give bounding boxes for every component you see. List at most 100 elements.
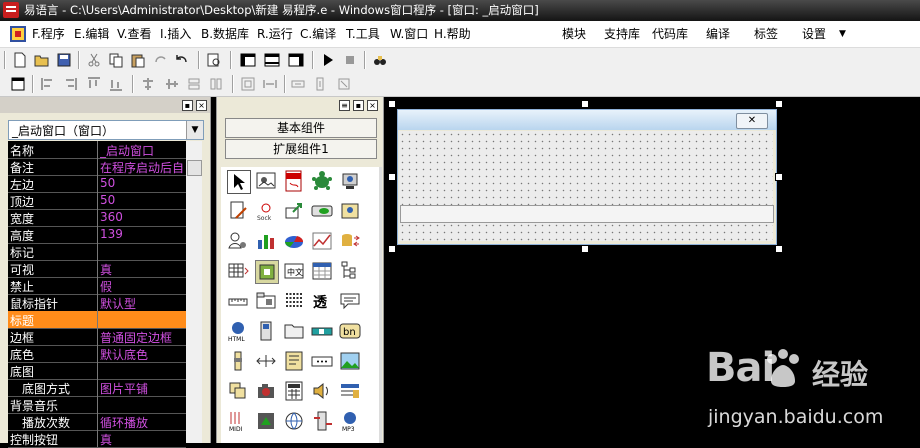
calculator-icon[interactable] bbox=[283, 380, 305, 402]
property-row[interactable]: 高度 139 bbox=[8, 226, 186, 244]
bn-button-icon[interactable]: bn bbox=[339, 320, 361, 342]
resize-handle[interactable] bbox=[388, 100, 396, 108]
menu-help[interactable]: H.帮助 bbox=[434, 25, 471, 43]
close-icon[interactable]: ✕ bbox=[736, 113, 768, 129]
property-row[interactable]: 顶边 50 bbox=[8, 192, 186, 210]
property-scrollbar[interactable] bbox=[186, 141, 202, 443]
globe-network-icon[interactable] bbox=[283, 410, 305, 432]
menu-module[interactable]: 模块 bbox=[562, 25, 586, 43]
menu-tabs[interactable]: 标签 bbox=[754, 25, 778, 43]
mp3-player-icon[interactable]: MP3 bbox=[339, 410, 361, 432]
layout-1-icon[interactable] bbox=[240, 52, 256, 68]
align-left-icon[interactable] bbox=[40, 76, 56, 92]
layout-3-icon[interactable] bbox=[288, 52, 304, 68]
menu-insert[interactable]: I.插入 bbox=[160, 25, 191, 43]
panel-close-icon[interactable]: × bbox=[367, 100, 378, 111]
html-viewer-icon[interactable]: HTML bbox=[227, 320, 249, 342]
panel-float-icon[interactable]: ▪ bbox=[353, 100, 364, 111]
panel-float-icon[interactable]: ▪ bbox=[182, 100, 193, 111]
new-file-icon[interactable] bbox=[12, 52, 28, 68]
run-icon[interactable] bbox=[320, 52, 336, 68]
space-equal-v-icon[interactable] bbox=[312, 76, 328, 92]
database-exchange-icon[interactable] bbox=[339, 230, 361, 252]
property-row[interactable]: 标记 bbox=[8, 243, 186, 261]
document-list-icon[interactable] bbox=[283, 350, 305, 372]
property-row[interactable]: 禁止假 bbox=[8, 277, 186, 295]
property-row[interactable]: 备注 在程序启动后自 bbox=[8, 158, 186, 176]
webcam-icon[interactable] bbox=[339, 170, 361, 192]
menu-run[interactable]: R.运行 bbox=[257, 25, 293, 43]
same-height-icon[interactable] bbox=[208, 76, 224, 92]
object-selector-dropdown[interactable]: _启动窗口（窗口） ▼ bbox=[8, 120, 204, 140]
calendar-grid-icon[interactable] bbox=[311, 260, 333, 282]
transfer-icon[interactable] bbox=[311, 410, 333, 432]
resize-handle[interactable] bbox=[775, 100, 783, 108]
menu-database[interactable]: B.数据库 bbox=[201, 25, 249, 43]
user-card-icon[interactable] bbox=[339, 200, 361, 222]
space-equal-h-icon[interactable] bbox=[290, 76, 306, 92]
media-list-icon[interactable] bbox=[339, 380, 361, 402]
property-row[interactable]: 播放次数 循环播放 bbox=[8, 413, 186, 431]
document-icon[interactable] bbox=[10, 26, 26, 42]
speech-bubble-icon[interactable] bbox=[339, 290, 361, 312]
socket-icon[interactable]: Sock bbox=[255, 200, 277, 222]
space-horizontal-icon[interactable] bbox=[262, 76, 278, 92]
resize-handle[interactable] bbox=[388, 173, 396, 181]
animation-icon[interactable] bbox=[255, 410, 277, 432]
copy-layers-icon[interactable] bbox=[227, 380, 249, 402]
property-row-selected[interactable]: 标题··· bbox=[8, 311, 202, 329]
resize-icon[interactable] bbox=[336, 76, 352, 92]
form-client-area[interactable] bbox=[399, 131, 773, 241]
copy-icon[interactable] bbox=[108, 52, 124, 68]
find-icon[interactable] bbox=[206, 52, 222, 68]
property-row[interactable]: 底色 默认底色 bbox=[8, 345, 186, 363]
pointer-icon[interactable] bbox=[227, 170, 251, 194]
menu-compile[interactable]: C.编译 bbox=[300, 25, 336, 43]
center-horizontal-icon[interactable] bbox=[140, 76, 156, 92]
basic-components-tab[interactable]: 基本组件 bbox=[225, 118, 377, 138]
undo-icon[interactable] bbox=[174, 52, 190, 68]
tab-control-icon[interactable] bbox=[255, 290, 277, 312]
vertical-slider-icon[interactable] bbox=[227, 350, 249, 372]
debug-binoculars-icon[interactable] bbox=[372, 52, 388, 68]
property-row[interactable]: 边框 普通固定边框 bbox=[8, 328, 186, 346]
transparent-label-icon[interactable]: 透 bbox=[311, 290, 333, 312]
property-row[interactable]: 底图 bbox=[8, 362, 186, 380]
property-row[interactable]: 鼠标指针 默认型 bbox=[8, 294, 186, 312]
sound-icon[interactable] bbox=[311, 380, 333, 402]
align-bottom-icon[interactable] bbox=[108, 76, 124, 92]
property-row[interactable]: 宽度 360 bbox=[8, 209, 186, 227]
property-row[interactable]: 名称 _启动窗口 bbox=[8, 141, 186, 159]
panel-menu-icon[interactable]: ≡ bbox=[339, 100, 350, 111]
rich-text-icon[interactable]: 中文 bbox=[283, 260, 305, 282]
menu-settings[interactable]: 设置 bbox=[802, 25, 826, 43]
menu-window[interactable]: W.窗口 bbox=[390, 25, 428, 43]
extended-components-tab[interactable]: 扩展组件1 bbox=[225, 139, 377, 159]
menu-edit[interactable]: E.编辑 bbox=[74, 25, 109, 43]
ruler-icon[interactable] bbox=[227, 290, 249, 312]
pie-chart-icon[interactable] bbox=[283, 230, 305, 252]
paste-icon[interactable] bbox=[130, 52, 146, 68]
form-window-preview[interactable]: ✕ bbox=[397, 109, 777, 245]
menu-support-library[interactable]: 支持库 bbox=[604, 25, 640, 43]
settings-dropdown-icon[interactable]: ▼ bbox=[839, 25, 846, 43]
arrow-box-icon[interactable] bbox=[283, 200, 305, 222]
progress-strip-icon[interactable] bbox=[311, 320, 333, 342]
button-green-icon[interactable] bbox=[311, 200, 333, 222]
tree-view-icon[interactable] bbox=[339, 260, 361, 282]
turtle-icon[interactable] bbox=[311, 170, 333, 192]
panel-close-icon[interactable]: × bbox=[196, 100, 207, 111]
open-folder-icon[interactable] bbox=[34, 52, 50, 68]
list-grid-icon[interactable] bbox=[283, 290, 305, 312]
pdf-icon[interactable] bbox=[283, 170, 305, 192]
menu-code-library[interactable]: 代码库 bbox=[652, 25, 688, 43]
resize-handle[interactable] bbox=[581, 100, 589, 108]
resize-handle[interactable] bbox=[775, 173, 783, 181]
align-right-icon[interactable] bbox=[62, 76, 78, 92]
phone-device-icon[interactable] bbox=[255, 320, 277, 342]
window-properties-icon[interactable] bbox=[10, 76, 26, 92]
picture-box-icon[interactable] bbox=[255, 170, 277, 192]
resize-handle[interactable] bbox=[775, 245, 783, 253]
ellipsis-field-icon[interactable] bbox=[311, 350, 333, 372]
resize-handle[interactable] bbox=[581, 245, 589, 253]
